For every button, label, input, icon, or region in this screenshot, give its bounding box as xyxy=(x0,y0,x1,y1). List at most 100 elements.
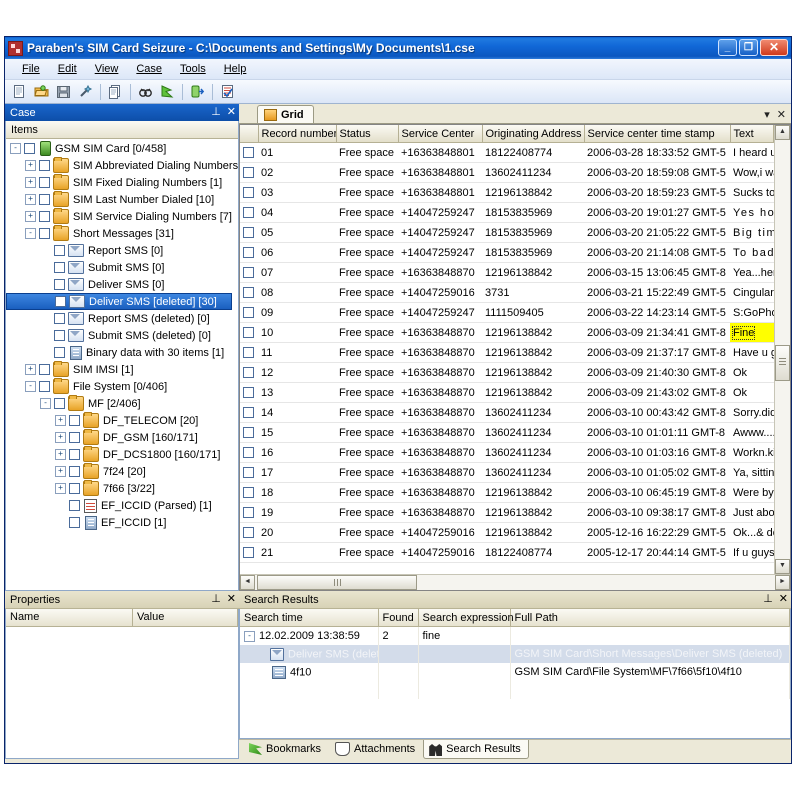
search-results-pin-icon[interactable]: ⊥ xyxy=(763,594,773,605)
grid-scroll-right-button[interactable]: ► xyxy=(775,575,790,590)
row-checkbox[interactable] xyxy=(243,327,254,338)
save-case-icon[interactable] xyxy=(53,82,74,102)
row-checkbox-cell[interactable] xyxy=(240,403,258,423)
case-panel-pin-icon[interactable]: ⊥ xyxy=(211,107,221,118)
expand-icon[interactable]: + xyxy=(55,432,66,443)
maximize-button[interactable]: ❐ xyxy=(739,39,758,56)
row-checkbox-cell[interactable] xyxy=(240,283,258,303)
wand-icon[interactable] xyxy=(75,82,96,102)
grid-horizontal-scrollbar[interactable]: ◄ ► xyxy=(240,574,790,590)
grid-header-originating-address[interactable]: Originating Address xyxy=(482,125,584,143)
row-checkbox[interactable] xyxy=(243,227,254,238)
tree-node-checkbox[interactable] xyxy=(69,483,80,494)
row-checkbox[interactable] xyxy=(243,287,254,298)
table-row[interactable]: 16Free space+16363848870136024112342006-… xyxy=(240,443,774,463)
row-checkbox[interactable] xyxy=(243,427,254,438)
table-row[interactable]: 02Free space+16363848801136024112342006-… xyxy=(240,163,774,183)
tree-node[interactable]: +7f66 [3/22] xyxy=(6,480,238,497)
row-checkbox-cell[interactable] xyxy=(240,203,258,223)
row-checkbox-cell[interactable] xyxy=(240,523,258,543)
tree-node[interactable]: +SIM IMSI [1] xyxy=(6,361,238,378)
table-row[interactable]: 08Free space+1404725901637312006-03-21 1… xyxy=(240,283,774,303)
table-row[interactable]: 10Free space+16363848870121961388422006-… xyxy=(240,323,774,343)
grid-hscroll-thumb[interactable] xyxy=(257,575,417,590)
table-row[interactable]: 01Free space+16363848801181224087742006-… xyxy=(240,143,774,163)
table-row[interactable]: 19Free space+16363848870121961388422006-… xyxy=(240,503,774,523)
new-case-icon[interactable] xyxy=(9,82,30,102)
acquire-icon[interactable] xyxy=(187,82,208,102)
search-column-found[interactable]: Found xyxy=(378,609,418,627)
row-checkbox[interactable] xyxy=(243,447,254,458)
open-case-icon[interactable] xyxy=(31,82,52,102)
row-checkbox[interactable] xyxy=(243,387,254,398)
tree-node[interactable]: Report SMS [0] xyxy=(6,242,238,259)
tree-node[interactable]: -File System [0/406] xyxy=(6,378,238,395)
tree-node-checkbox[interactable] xyxy=(39,211,50,222)
tree-node-checkbox[interactable] xyxy=(54,313,65,324)
tree-node[interactable]: -GSM SIM Card [0/458] xyxy=(6,140,238,157)
menu-case[interactable]: Case xyxy=(127,61,171,77)
tree-node-checkbox[interactable] xyxy=(55,296,66,307)
row-checkbox-cell[interactable] xyxy=(240,363,258,383)
bookmark-icon[interactable] xyxy=(157,82,178,102)
tree-node-checkbox[interactable] xyxy=(54,245,65,256)
row-checkbox[interactable] xyxy=(243,147,254,158)
tree-node-checkbox[interactable] xyxy=(54,279,65,290)
row-checkbox[interactable] xyxy=(243,407,254,418)
search-column-expression[interactable]: Search expression xyxy=(418,609,510,627)
tree-node[interactable]: -Short Messages [31] xyxy=(6,225,238,242)
tree-node-checkbox[interactable] xyxy=(39,381,50,392)
tab-grid[interactable]: Grid xyxy=(257,105,314,123)
row-checkbox-cell[interactable] xyxy=(240,243,258,263)
search-results-table[interactable]: Search time Found Search expression Full… xyxy=(240,609,790,699)
tree-node-checkbox[interactable] xyxy=(39,160,50,171)
table-row[interactable]: 05Free space+14047259247181538359692006-… xyxy=(240,223,774,243)
tree-node-checkbox[interactable] xyxy=(54,330,65,341)
row-checkbox-cell[interactable] xyxy=(240,143,258,163)
row-checkbox[interactable] xyxy=(243,547,254,558)
tree-node[interactable]: +DF_GSM [160/171] xyxy=(6,429,238,446)
tree-node-checkbox[interactable] xyxy=(69,432,80,443)
checklist-icon[interactable] xyxy=(217,82,238,102)
tree-node[interactable]: -MF [2/406] xyxy=(6,395,238,412)
tree-node[interactable]: +7f24 [20] xyxy=(6,463,238,480)
tree-node-checkbox[interactable] xyxy=(39,177,50,188)
tab-attachments[interactable]: Attachments xyxy=(329,740,423,759)
document-close-icon[interactable]: ✕ xyxy=(777,108,786,121)
row-checkbox[interactable] xyxy=(243,367,254,378)
row-checkbox-cell[interactable] xyxy=(240,443,258,463)
expand-icon[interactable]: + xyxy=(25,177,36,188)
grid-header-service-center[interactable]: Service Center xyxy=(398,125,482,143)
find-icon[interactable] xyxy=(135,82,156,102)
tree-node-checkbox[interactable] xyxy=(69,500,80,511)
table-row[interactable]: 07Free space+16363848870121961388422006-… xyxy=(240,263,774,283)
table-row[interactable]: 12Free space+16363848870121961388422006-… xyxy=(240,363,774,383)
tree-node-checkbox[interactable] xyxy=(69,517,80,528)
expand-icon[interactable]: + xyxy=(25,160,36,171)
tree-node-checkbox[interactable] xyxy=(54,398,65,409)
row-checkbox-cell[interactable] xyxy=(240,263,258,283)
table-row[interactable]: 20Free space+14047259016121961388422005-… xyxy=(240,523,774,543)
row-checkbox[interactable] xyxy=(243,527,254,538)
row-checkbox-cell[interactable] xyxy=(240,183,258,203)
table-row[interactable]: 18Free space+16363848870121961388422006-… xyxy=(240,483,774,503)
tree-node[interactable]: Binary data with 30 items [1] xyxy=(6,344,238,361)
row-checkbox[interactable] xyxy=(243,467,254,478)
menu-edit[interactable]: Edit xyxy=(49,61,86,77)
tree-node[interactable]: +SIM Abbreviated Dialing Numbers ... xyxy=(6,157,238,174)
search-results-list[interactable]: Search time Found Search expression Full… xyxy=(239,609,791,739)
search-column-full-path[interactable]: Full Path xyxy=(510,609,790,627)
table-row[interactable]: 15Free space+16363848870136024112342006-… xyxy=(240,423,774,443)
row-checkbox-cell[interactable] xyxy=(240,223,258,243)
row-checkbox[interactable] xyxy=(243,487,254,498)
grid-scroll-down-button[interactable]: ▼ xyxy=(775,559,790,574)
properties-panel-pin-icon[interactable]: ⊥ xyxy=(211,594,221,605)
expand-icon[interactable]: + xyxy=(55,466,66,477)
row-checkbox-cell[interactable] xyxy=(240,423,258,443)
row-checkbox[interactable] xyxy=(243,307,254,318)
case-panel-close-icon[interactable]: ✕ xyxy=(227,107,236,118)
collapse-icon[interactable]: - xyxy=(25,381,36,392)
tree-node[interactable]: EF_ICCID [1] xyxy=(6,514,238,531)
table-row[interactable]: 03Free space+16363848801121961388422006-… xyxy=(240,183,774,203)
expand-icon[interactable]: + xyxy=(55,483,66,494)
